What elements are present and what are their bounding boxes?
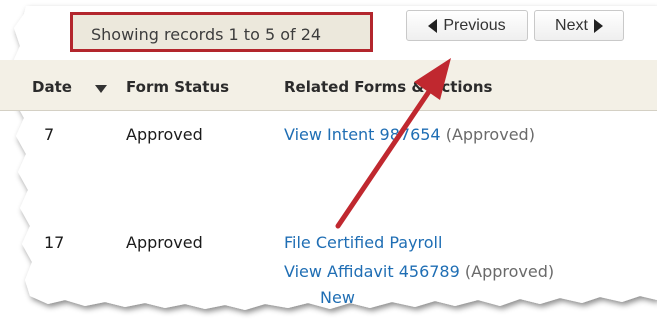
new-link[interactable]: New	[320, 288, 355, 307]
row-form-status: Approved	[126, 125, 203, 144]
caret-right-icon	[593, 18, 603, 33]
column-header-form-status: Form Status	[126, 78, 230, 96]
next-button[interactable]: Next	[534, 10, 624, 41]
pagination-bar: Showing records 1 to 5 of 24 Previous Ne…	[66, 8, 626, 52]
records-count-highlight: Showing records 1 to 5 of 24	[70, 12, 373, 52]
previous-button-label: Previous	[443, 16, 506, 34]
related-action: View Affidavit 456789 (Approved)	[284, 262, 554, 281]
related-action: New	[320, 288, 355, 307]
records-panel: Date Form Status Related Forms & Actions…	[0, 0, 657, 322]
file-certified-payroll-link[interactable]: File Certified Payroll	[284, 233, 442, 252]
previous-button[interactable]: Previous	[406, 10, 528, 41]
row-date: 7	[44, 125, 55, 144]
caret-left-icon	[428, 18, 438, 33]
related-action: File Certified Payroll	[284, 233, 442, 252]
row-form-status: Approved	[126, 233, 203, 252]
view-intent-link[interactable]: View Intent 987654	[284, 125, 441, 144]
sort-descending-icon[interactable]	[95, 85, 107, 93]
action-status-note: (Approved)	[445, 125, 535, 144]
column-header-related-forms: Related Forms & Actions	[284, 78, 493, 96]
next-button-label: Next	[555, 16, 588, 34]
column-header-date[interactable]: Date	[32, 78, 72, 96]
records-count-text: Showing records 1 to 5 of 24	[91, 25, 322, 44]
row-date: 17	[44, 233, 65, 252]
action-status-note: (Approved)	[464, 262, 555, 281]
view-affidavit-link[interactable]: View Affidavit 456789	[284, 262, 460, 281]
related-action: View Intent 987654 (Approved)	[284, 125, 535, 144]
table-header: Date Form Status Related Forms & Actions	[0, 60, 657, 111]
